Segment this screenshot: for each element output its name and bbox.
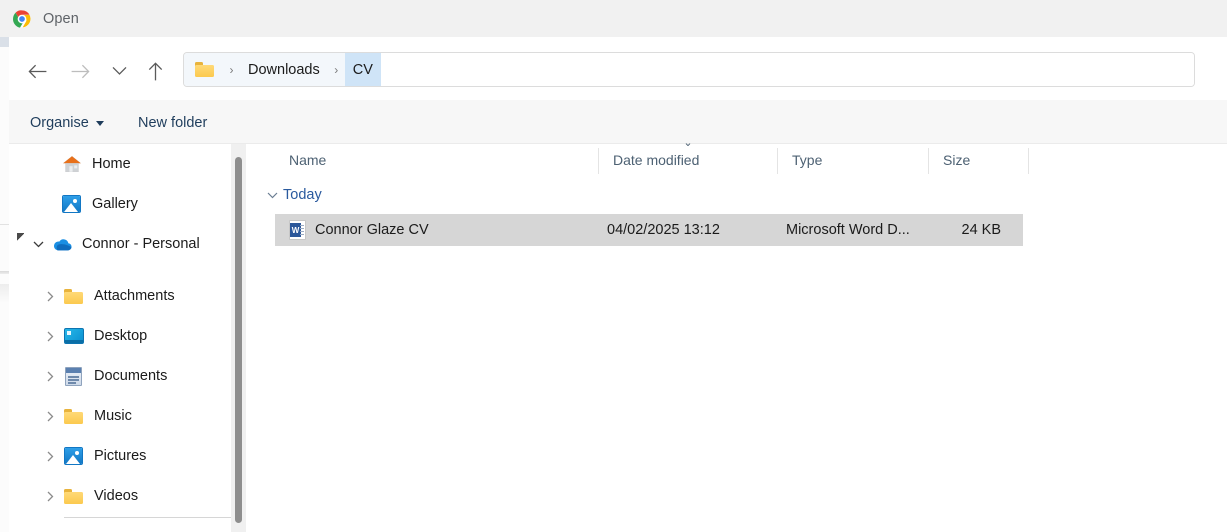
chevron-right-icon[interactable] <box>37 371 63 382</box>
new-folder-label: New folder <box>138 115 208 131</box>
folder-icon <box>195 62 214 77</box>
breadcrumb-separator-icon: › <box>223 53 240 86</box>
sidebar-item-label: Pictures <box>94 448 147 464</box>
organise-label: Organise <box>30 115 89 131</box>
column-header-row: Name ⌄ Date modified Type Size <box>253 138 1227 176</box>
breadcrumb-separator-icon-2: › <box>327 53 345 86</box>
organise-button[interactable]: Organise <box>30 111 104 135</box>
chevron-down-icon <box>112 66 126 75</box>
chevron-right-icon[interactable] <box>37 491 63 502</box>
window-title: Open <box>43 10 79 27</box>
column-divider-4[interactable] <box>1028 148 1029 174</box>
group-label: Today <box>283 187 322 203</box>
sidebar-item-pictures[interactable]: Pictures <box>9 436 231 476</box>
sidebar-item-desktop[interactable]: Desktop <box>9 316 231 356</box>
cell-name: Connor Glaze CV <box>315 222 429 238</box>
back-button[interactable] <box>19 54 55 88</box>
chevron-down-icon[interactable] <box>261 192 283 199</box>
chevron-down-icon <box>95 120 104 126</box>
sidebar-item-attachments[interactable]: Attachments <box>9 276 231 316</box>
sidebar-item-connor-personal[interactable]: Connor - Personal <box>9 224 231 264</box>
breadcrumb-downloads[interactable]: Downloads <box>240 53 328 86</box>
address-bar-empty-area[interactable] <box>380 53 1194 86</box>
chevron-down-icon[interactable] <box>25 241 51 248</box>
chevron-right-icon[interactable] <box>37 291 63 302</box>
onedrive-icon <box>51 234 73 254</box>
file-list-empty-area[interactable] <box>253 254 1227 532</box>
address-bar[interactable]: › Downloads › CV <box>183 52 1195 87</box>
chevron-right-icon[interactable] <box>37 451 63 462</box>
column-header-type[interactable]: Type <box>778 144 928 176</box>
chrome-logo-icon <box>13 9 31 28</box>
file-open-dialog: Open › Downloads › CV Organise New folde… <box>0 0 1227 532</box>
group-header-today[interactable]: Today <box>261 182 322 208</box>
gallery-icon <box>61 194 83 214</box>
column-header-label: Date modified <box>613 152 700 168</box>
recent-locations-button[interactable] <box>101 54 137 88</box>
sidebar-item-label: Home <box>92 156 131 172</box>
navigation-pane: › Home › Gallery <box>9 144 231 532</box>
folder-icon <box>63 286 85 306</box>
folder-icon <box>63 486 85 506</box>
sidebar-item-label: Connor - Personal <box>82 236 200 252</box>
column-header-label: Size <box>943 152 971 168</box>
title-bar: Open <box>0 0 1227 37</box>
table-row[interactable]: W Connor Glaze CV 04/02/2025 13:12 Micro… <box>275 214 1023 246</box>
folder-icon <box>63 406 85 426</box>
forward-button[interactable] <box>62 54 98 88</box>
desktop-icon <box>63 326 85 346</box>
window-left-accent-strip <box>0 37 9 47</box>
sidebar-item-videos[interactable]: Videos <box>9 476 231 516</box>
word-document-icon: W <box>289 220 306 240</box>
sort-descending-icon: ⌄ <box>683 137 693 149</box>
pictures-icon <box>63 446 85 466</box>
file-list-pane: Name ⌄ Date modified Type Size Today W C… <box>253 138 1227 532</box>
up-button[interactable] <box>137 54 173 88</box>
sidebar-scrollbar-track[interactable] <box>231 144 246 532</box>
documents-icon <box>63 366 85 386</box>
cell-date-modified: 04/02/2025 13:12 <box>607 222 720 238</box>
column-header-size[interactable]: Size <box>929 144 1028 176</box>
up-arrow-icon <box>148 61 162 80</box>
cell-type: Microsoft Word D... <box>786 222 910 238</box>
sidebar-item-gallery[interactable]: › Gallery <box>9 184 231 224</box>
home-icon <box>61 154 83 174</box>
sidebar-item-label: Desktop <box>94 328 148 344</box>
sidebar-item-documents[interactable]: Documents <box>9 356 231 396</box>
sidebar-item-label: Documents <box>94 368 168 384</box>
breadcrumb-cv[interactable]: CV <box>344 53 381 86</box>
back-arrow-icon <box>27 64 46 78</box>
column-header-name[interactable]: Name <box>275 144 598 176</box>
forward-arrow-icon <box>71 64 90 78</box>
mouse-cursor <box>17 233 24 243</box>
column-header-label: Type <box>792 152 823 168</box>
sidebar-item-label: Gallery <box>92 196 138 212</box>
chevron-right-icon[interactable] <box>37 331 63 342</box>
sidebar-item-music[interactable]: Music <box>9 396 231 436</box>
column-header-date-modified[interactable]: ⌄ Date modified <box>599 138 777 176</box>
chevron-right-icon[interactable] <box>37 411 63 422</box>
sidebar-item-label: Attachments <box>94 288 175 304</box>
sidebar-scrollbar-thumb[interactable] <box>235 157 242 523</box>
sidebar-item-label: Music <box>94 408 132 424</box>
cell-size: 24 KB <box>961 222 1002 238</box>
sidebar-separator <box>64 517 231 518</box>
address-folder-icon-wrap[interactable] <box>184 53 223 86</box>
sidebar-item-home[interactable]: › Home <box>9 144 231 184</box>
column-header-label: Name <box>289 152 327 168</box>
new-folder-button[interactable]: New folder <box>138 111 207 135</box>
sidebar-item-label: Videos <box>94 488 139 504</box>
